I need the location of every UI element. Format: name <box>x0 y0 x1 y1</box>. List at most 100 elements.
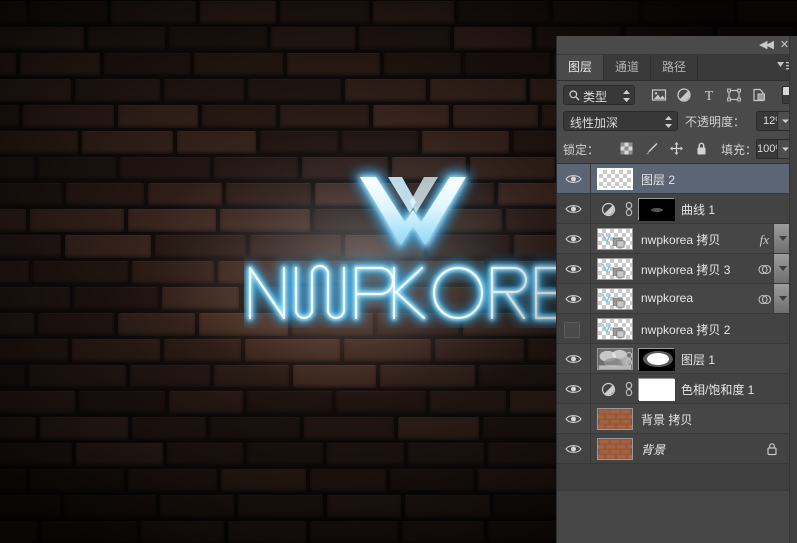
brick <box>33 261 128 284</box>
mask-link-icon[interactable] <box>625 351 633 367</box>
move-lock-icon[interactable] <box>669 141 684 156</box>
filter-kind-select[interactable]: 类型 <box>563 85 635 105</box>
layer-thumbnail[interactable] <box>597 438 633 460</box>
layer-row[interactable]: nwpkorea 拷贝 fx <box>557 224 797 254</box>
layer-thumbnail[interactable] <box>597 228 633 250</box>
brick <box>0 521 37 543</box>
layer-name[interactable]: nwpkorea <box>641 291 693 305</box>
brick <box>245 339 340 362</box>
layer-mask-thumbnail[interactable] <box>638 198 675 221</box>
tab-layers[interactable]: 图层 <box>557 55 605 80</box>
layer-thumbnail[interactable] <box>597 168 633 190</box>
tab-channels[interactable]: 通道 <box>604 55 652 80</box>
brick <box>304 417 394 440</box>
eye-icon[interactable] <box>565 233 582 245</box>
brick <box>315 183 403 206</box>
type-filter-icon[interactable]: T <box>700 86 718 104</box>
layer-thumbnail[interactable] <box>597 288 633 310</box>
brick <box>128 469 217 492</box>
layer-row[interactable]: 背景 <box>557 434 797 464</box>
chevron-down-icon[interactable] <box>779 296 787 301</box>
brick <box>398 417 479 440</box>
brick <box>141 521 224 543</box>
layer-name[interactable]: 图层 1 <box>681 351 715 368</box>
layer-name[interactable]: 背景 <box>641 441 665 458</box>
eye-icon[interactable] <box>565 383 582 395</box>
eye-icon[interactable] <box>565 203 582 215</box>
chevron-down-icon[interactable] <box>779 266 787 271</box>
adjustment-layer-icon[interactable] <box>601 202 616 217</box>
layer-mask-thumbnail[interactable] <box>638 378 675 401</box>
lock-fill-row: 锁定： 填充： 100% <box>557 135 797 164</box>
layer-row[interactable]: nwpkorea 拷贝 2 <box>557 314 797 344</box>
brick <box>458 1 549 24</box>
brick <box>0 261 29 284</box>
brick <box>430 79 526 102</box>
mask-link-icon[interactable] <box>625 201 633 217</box>
layer-thumbnail[interactable] <box>597 318 633 340</box>
shape-filter-icon[interactable] <box>725 86 743 104</box>
fx-icon[interactable]: fx <box>760 232 769 248</box>
row-divider <box>590 374 591 403</box>
layer-name[interactable]: 曲线 1 <box>681 201 715 218</box>
layer-name[interactable]: 背景 拷贝 <box>641 411 692 428</box>
image-filter-icon[interactable] <box>650 86 668 104</box>
layer-effects-icon[interactable] <box>758 263 772 276</box>
eye-icon[interactable] <box>565 263 582 275</box>
brick <box>41 521 137 543</box>
transparency-lock-icon[interactable] <box>619 141 634 156</box>
eye-icon-hidden[interactable] <box>564 322 580 338</box>
brick <box>0 417 36 440</box>
eye-icon[interactable] <box>565 413 582 425</box>
brick <box>292 313 373 336</box>
mask-link-icon[interactable] <box>625 381 633 397</box>
layer-row[interactable]: 背景 拷贝 <box>557 404 797 434</box>
brick <box>293 365 376 388</box>
layer-row[interactable]: nwpkorea <box>557 284 797 314</box>
brush-lock-icon[interactable] <box>644 141 659 156</box>
layer-thumbnail[interactable] <box>597 258 633 280</box>
padlock-icon[interactable] <box>694 141 709 156</box>
layer-name[interactable]: nwpkorea 拷贝 <box>641 231 720 248</box>
adjustment-filter-icon[interactable] <box>675 86 693 104</box>
brick <box>402 521 484 543</box>
layer-row[interactable]: 色相/饱和度 1 <box>557 374 797 404</box>
eye-icon[interactable] <box>565 353 582 365</box>
brick <box>280 105 369 128</box>
collapse-icon[interactable]: ◀◀ <box>759 39 774 52</box>
tab-paths[interactable]: 路径 <box>651 55 699 80</box>
eye-icon[interactable] <box>565 293 582 305</box>
brick <box>643 1 734 24</box>
brick <box>488 443 564 466</box>
brick <box>194 53 283 76</box>
layer-mask-thumbnail[interactable] <box>638 348 675 371</box>
layer-locked-icon <box>766 442 778 456</box>
eye-icon[interactable] <box>565 443 582 455</box>
smartobject-filter-icon[interactable] <box>750 86 768 104</box>
adjustment-layer-icon[interactable] <box>601 382 616 397</box>
layer-thumbnail[interactable] <box>597 408 633 430</box>
layer-name[interactable]: 色相/饱和度 1 <box>681 381 754 398</box>
layer-row[interactable]: 曲线 1 <box>557 194 797 224</box>
brick <box>0 105 19 128</box>
layer-row[interactable]: nwpkorea 拷贝 3 <box>557 254 797 284</box>
brick <box>553 1 639 24</box>
brick <box>336 391 426 414</box>
brick <box>214 365 289 388</box>
panel-tabbar: 图层 通道 路径 <box>557 55 797 81</box>
layer-name[interactable]: nwpkorea 拷贝 3 <box>641 261 730 278</box>
brick <box>79 391 165 414</box>
brick <box>214 157 298 180</box>
layer-row[interactable]: 图层 2 <box>557 164 797 194</box>
eye-icon[interactable] <box>565 173 582 185</box>
chevron-down-icon[interactable] <box>779 236 787 241</box>
brick <box>479 365 567 388</box>
layer-name[interactable]: nwpkorea 拷贝 2 <box>641 321 730 338</box>
layer-effects-icon[interactable] <box>758 293 772 306</box>
brick <box>221 469 306 492</box>
layer-list[interactable]: 图层 2 曲线 1 nwpkorea 拷贝 fx nwpkorea 拷贝 3 nwpkor… <box>557 164 797 464</box>
layer-name[interactable]: 图层 2 <box>641 171 675 188</box>
blend-mode-select[interactable]: 线性加深 <box>563 111 678 131</box>
brick <box>167 443 243 466</box>
layer-row[interactable]: 图层 1 <box>557 344 797 374</box>
